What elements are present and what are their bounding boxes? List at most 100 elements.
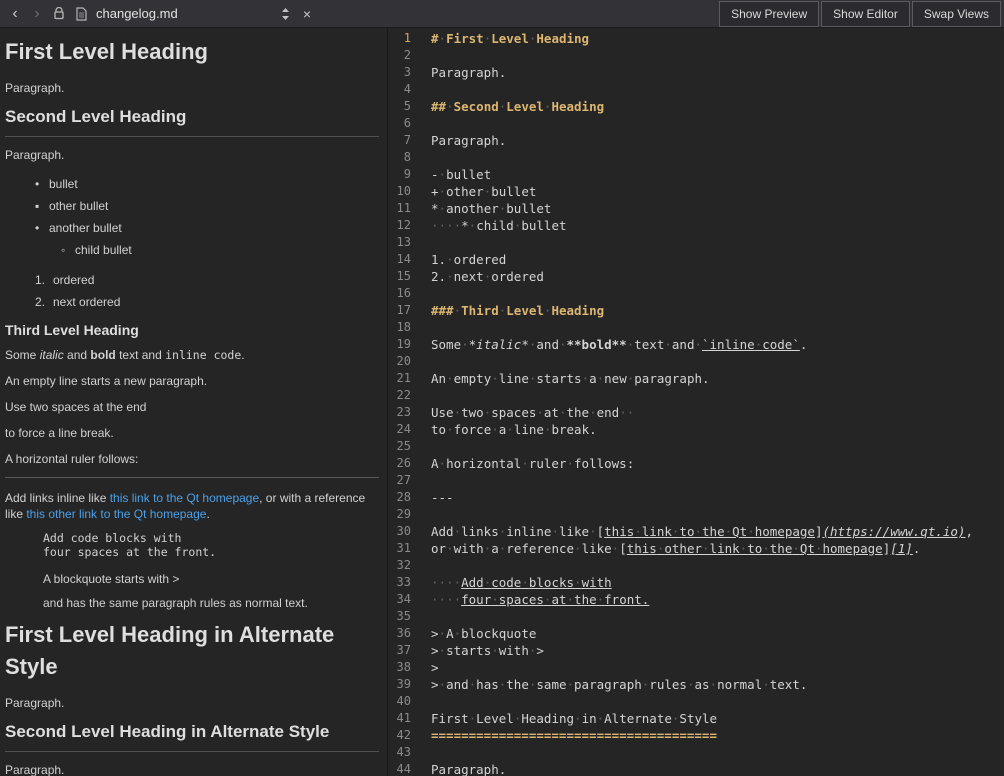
editor-line[interactable]: 43 bbox=[388, 744, 1004, 761]
editor-line-text bbox=[420, 47, 431, 64]
text-segment: bold bbox=[90, 348, 115, 362]
line-number: 10 bbox=[388, 183, 420, 200]
editor-line[interactable]: 152.·next·ordered bbox=[388, 268, 1004, 285]
editor-line[interactable]: 37>·starts·with·> bbox=[388, 642, 1004, 659]
lock-icon[interactable] bbox=[48, 0, 70, 27]
list-item-text: next ordered bbox=[53, 291, 120, 313]
editor-line-text bbox=[420, 387, 431, 404]
editor-line-text bbox=[420, 693, 431, 710]
list-item-text: other bullet bbox=[49, 195, 108, 217]
editor-line[interactable]: 31or·with·a·reference·like·[this·other·l… bbox=[388, 540, 1004, 557]
document-icon bbox=[70, 0, 92, 27]
editor-line[interactable]: 27 bbox=[388, 472, 1004, 489]
preview-link[interactable]: this other link to the Qt homepage bbox=[26, 507, 206, 521]
editor-line[interactable]: 11*·another·bullet bbox=[388, 200, 1004, 217]
editor-line[interactable]: 5##·Second·Level·Heading bbox=[388, 98, 1004, 115]
editor-line[interactable]: 8 bbox=[388, 149, 1004, 166]
editor-line-text: Use·two·spaces·at·the·end·· bbox=[420, 404, 634, 421]
list-item-text: bullet bbox=[49, 173, 78, 195]
editor-line[interactable]: 141.·ordered bbox=[388, 251, 1004, 268]
show-preview-button[interactable]: Show Preview bbox=[719, 1, 819, 27]
line-number: 24 bbox=[388, 421, 420, 438]
show-editor-button[interactable]: Show Editor bbox=[821, 1, 910, 27]
blockquote: A blockquote starts with >and has the sa… bbox=[43, 571, 379, 611]
filename-dropdown[interactable]: changelog.md bbox=[96, 6, 266, 21]
editor-line[interactable]: 19Some·*italic*·and·**bold**·text·and·`i… bbox=[388, 336, 1004, 353]
editor-line[interactable]: 34····four·spaces·at·the·front. bbox=[388, 591, 1004, 608]
editor-line[interactable]: 20 bbox=[388, 353, 1004, 370]
forward-icon[interactable]: › bbox=[26, 0, 48, 27]
editor-line-text bbox=[420, 149, 431, 166]
editor-line[interactable]: 7Paragraph. bbox=[388, 132, 1004, 149]
editor-line[interactable]: 26A·horizontal·ruler·follows: bbox=[388, 455, 1004, 472]
code-line: Add code blocks with bbox=[43, 532, 379, 546]
editor-line[interactable]: 2 bbox=[388, 47, 1004, 64]
editor-line[interactable]: 33····Add·code·blocks·with bbox=[388, 574, 1004, 591]
editor-line[interactable]: 9-·bullet bbox=[388, 166, 1004, 183]
editor-line[interactable]: 40 bbox=[388, 693, 1004, 710]
editor-line[interactable]: 36>·A·blockquote bbox=[388, 625, 1004, 642]
editor-line[interactable]: 3Paragraph. bbox=[388, 64, 1004, 81]
editor-line[interactable]: 30Add·links·inline·like·[this·link·to·th… bbox=[388, 523, 1004, 540]
close-document-icon[interactable]: × bbox=[296, 0, 318, 27]
editor-line[interactable]: 17###·Third·Level·Heading bbox=[388, 302, 1004, 319]
code-token: Add·links·inline·like·[ bbox=[431, 524, 604, 539]
editor-line[interactable]: 1#·First·Level·Heading bbox=[388, 30, 1004, 47]
editor-line[interactable]: 12····*·child·bullet bbox=[388, 217, 1004, 234]
editor-pane[interactable]: 1#·First·Level·Heading23Paragraph.45##·S… bbox=[387, 28, 1004, 776]
editor-line[interactable]: 6 bbox=[388, 115, 1004, 132]
editor-line-text bbox=[420, 115, 431, 132]
editor-line[interactable]: 13 bbox=[388, 234, 1004, 251]
editor-line-text bbox=[420, 438, 431, 455]
line-number: 9 bbox=[388, 166, 420, 183]
code-token: . bbox=[800, 337, 808, 352]
editor-line[interactable]: 10+·other·bullet bbox=[388, 183, 1004, 200]
code-token: to·force·a·line·break. bbox=[431, 422, 597, 437]
preview-paragraph: Paragraph. bbox=[5, 147, 379, 163]
editor-line[interactable]: 21An·empty·line·starts·a·new·paragraph. bbox=[388, 370, 1004, 387]
editor-line-text: First·Level·Heading·in·Alternate·Style bbox=[420, 710, 717, 727]
line-number: 41 bbox=[388, 710, 420, 727]
editor-line[interactable]: 41First·Level·Heading·in·Alternate·Style bbox=[388, 710, 1004, 727]
editor-line[interactable]: 4 bbox=[388, 81, 1004, 98]
line-number: 3 bbox=[388, 64, 420, 81]
editor-line[interactable]: 24 to·force·a·line·break. bbox=[388, 421, 1004, 438]
list-item: •bullet bbox=[5, 173, 379, 195]
editor-line-text: ····four·spaces·at·the·front. bbox=[420, 591, 649, 608]
horizontal-rule bbox=[5, 477, 379, 478]
code-token: --- bbox=[431, 490, 454, 505]
editor-line[interactable]: 35 bbox=[388, 608, 1004, 625]
code-token: ···· bbox=[431, 592, 461, 607]
editor-line[interactable]: 28--- bbox=[388, 489, 1004, 506]
editor-line[interactable]: 42====================================== bbox=[388, 727, 1004, 744]
preview-link[interactable]: this link to the Qt homepage bbox=[110, 491, 259, 505]
text-segment: italic bbox=[40, 348, 64, 362]
line-number: 40 bbox=[388, 693, 420, 710]
split-view-icon[interactable] bbox=[274, 0, 296, 27]
editor-line[interactable]: 38> bbox=[388, 659, 1004, 676]
list-item: ▪other bullet bbox=[5, 195, 379, 217]
editor-line[interactable]: 44Paragraph. bbox=[388, 761, 1004, 776]
swap-views-button[interactable]: Swap Views bbox=[912, 1, 1001, 27]
editor-line[interactable]: 25 bbox=[388, 438, 1004, 455]
editor-line[interactable]: 16 bbox=[388, 285, 1004, 302]
editor-line-text: --- bbox=[420, 489, 454, 506]
text-segment: Some bbox=[5, 348, 40, 362]
editor-line[interactable]: 23Use·two·spaces·at·the·end·· bbox=[388, 404, 1004, 421]
code-token: (https://www.qt.io) bbox=[822, 524, 965, 539]
editor-line[interactable]: 29 bbox=[388, 506, 1004, 523]
editor-line-text bbox=[420, 744, 431, 761]
line-number: 38 bbox=[388, 659, 420, 676]
line-number: 22 bbox=[388, 387, 420, 404]
editor-line[interactable]: 39>·and·has·the·same·paragraph·rules·as·… bbox=[388, 676, 1004, 693]
editor-line[interactable]: 32 bbox=[388, 557, 1004, 574]
preview-pane[interactable]: First Level HeadingParagraph.Second Leve… bbox=[0, 28, 387, 776]
editor-line[interactable]: 22 bbox=[388, 387, 1004, 404]
back-icon[interactable]: ‹ bbox=[4, 0, 26, 27]
split-view: First Level HeadingParagraph.Second Leve… bbox=[0, 28, 1004, 776]
editor-line[interactable]: 18 bbox=[388, 319, 1004, 336]
code-token: >·and·has·the·same·paragraph·rules·as·no… bbox=[431, 677, 807, 692]
line-number: 11 bbox=[388, 200, 420, 217]
editor-line-text: >·A·blockquote bbox=[420, 625, 536, 642]
editor-line-text bbox=[420, 472, 431, 489]
